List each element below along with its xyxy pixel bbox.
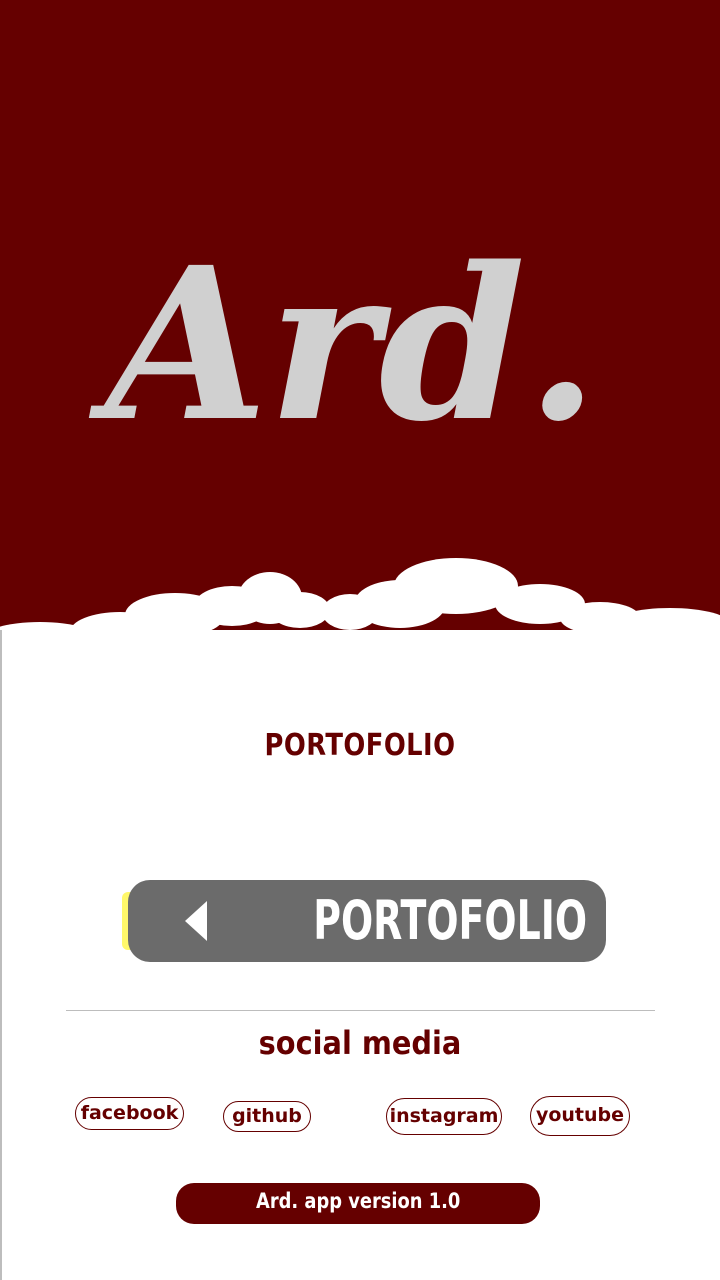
facebook-link[interactable]: facebook [75, 1097, 184, 1130]
portfolio-button[interactable]: PORTOFOLIO [128, 880, 606, 962]
social-media-title: social media [258, 1024, 462, 1062]
header-banner: Ard. [0, 0, 720, 680]
app-screen: Ard. PORTOFOLIO PORTOFOLIO social media … [0, 0, 720, 1280]
triangle-left-icon[interactable] [185, 901, 207, 941]
logo-text: Ard. [88, 221, 599, 468]
app-logo: Ard. [88, 221, 599, 468]
left-border [0, 630, 2, 1280]
youtube-link[interactable]: youtube [530, 1096, 630, 1136]
version-bar: Ard. app version 1.0 [176, 1183, 540, 1224]
header-background: Ard. [0, 0, 720, 680]
github-link[interactable]: github [223, 1101, 311, 1132]
page-title: PORTOFOLIO [264, 728, 456, 763]
instagram-link[interactable]: instagram [386, 1098, 502, 1135]
divider [66, 1010, 655, 1011]
portfolio-button-label: PORTOFOLIO [313, 889, 588, 952]
version-label: Ard. app version 1.0 [255, 1189, 461, 1213]
portfolio-slider[interactable]: PORTOFOLIO [120, 880, 608, 964]
